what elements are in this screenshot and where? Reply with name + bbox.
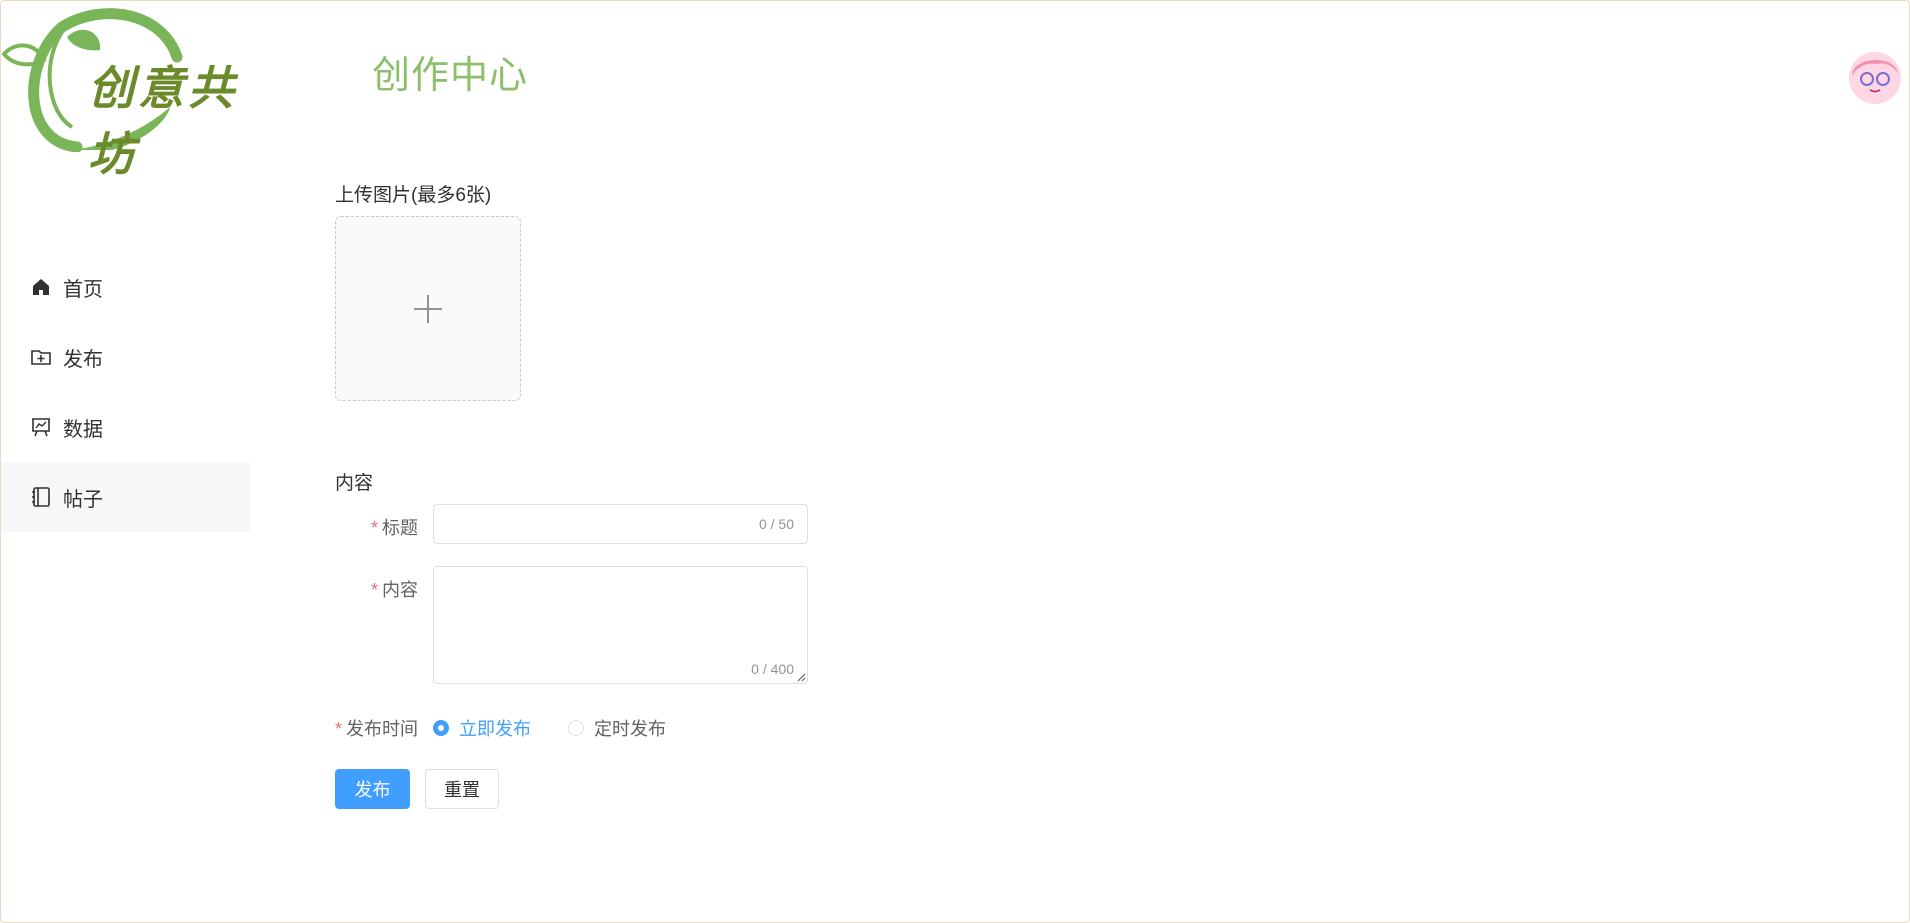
content-section-label: 内容 bbox=[335, 473, 374, 494]
required-mark: * bbox=[334, 719, 342, 739]
sidebar-item-publish[interactable]: 发布 bbox=[1, 322, 250, 392]
radio-publish-scheduled[interactable]: 定时发布 bbox=[568, 715, 666, 741]
upload-label: 上传图片(最多6张) bbox=[335, 185, 492, 206]
resize-handle-icon[interactable] bbox=[796, 672, 806, 682]
publish-time-label: * 发布时间 bbox=[334, 719, 418, 739]
sidebar-item-data[interactable]: 数据 bbox=[1, 392, 250, 462]
radio-label: 立即发布 bbox=[459, 719, 531, 739]
image-upload-box[interactable] bbox=[335, 216, 521, 401]
plus-icon bbox=[414, 294, 442, 323]
sidebar-item-posts[interactable]: 帖子 bbox=[1, 462, 250, 532]
title-char-count: 0 / 50 bbox=[758, 516, 794, 532]
radio-publish-now[interactable]: 立即发布 bbox=[433, 715, 531, 741]
sidebar-item-home[interactable]: 首页 bbox=[1, 252, 250, 322]
folder-add-icon bbox=[30, 346, 52, 368]
content-char-count: 0 / 400 bbox=[751, 661, 794, 677]
notebook-icon bbox=[30, 486, 52, 508]
avatar[interactable] bbox=[1846, 48, 1904, 106]
logo[interactable]: 创意共坊 bbox=[1, 2, 287, 181]
required-mark: * bbox=[370, 580, 378, 600]
avatar-image bbox=[1849, 52, 1901, 104]
radio-label: 定时发布 bbox=[594, 719, 666, 739]
sidebar: 首页 发布 数据 帖子 bbox=[1, 252, 250, 532]
sidebar-item-label: 发布 bbox=[63, 348, 103, 371]
required-mark: * bbox=[370, 518, 378, 538]
content-textarea[interactable]: 0 / 400 bbox=[433, 566, 808, 684]
title-input[interactable]: 0 / 50 bbox=[433, 504, 808, 544]
chart-board-icon bbox=[30, 416, 52, 438]
page-title: 创作中心 bbox=[372, 55, 529, 97]
sidebar-item-label: 数据 bbox=[63, 418, 103, 441]
logo-text: 创意共坊 bbox=[88, 61, 238, 181]
title-label: * 标题 bbox=[370, 518, 418, 538]
content-label: * 内容 bbox=[370, 580, 418, 600]
reset-button[interactable]: 重置 bbox=[425, 769, 499, 809]
publish-button[interactable]: 发布 bbox=[335, 769, 410, 809]
sidebar-item-label: 首页 bbox=[63, 278, 103, 301]
sidebar-item-label: 帖子 bbox=[63, 488, 103, 511]
home-icon bbox=[30, 276, 52, 298]
radio-checked-icon bbox=[433, 720, 449, 736]
radio-unchecked-icon bbox=[568, 720, 584, 736]
